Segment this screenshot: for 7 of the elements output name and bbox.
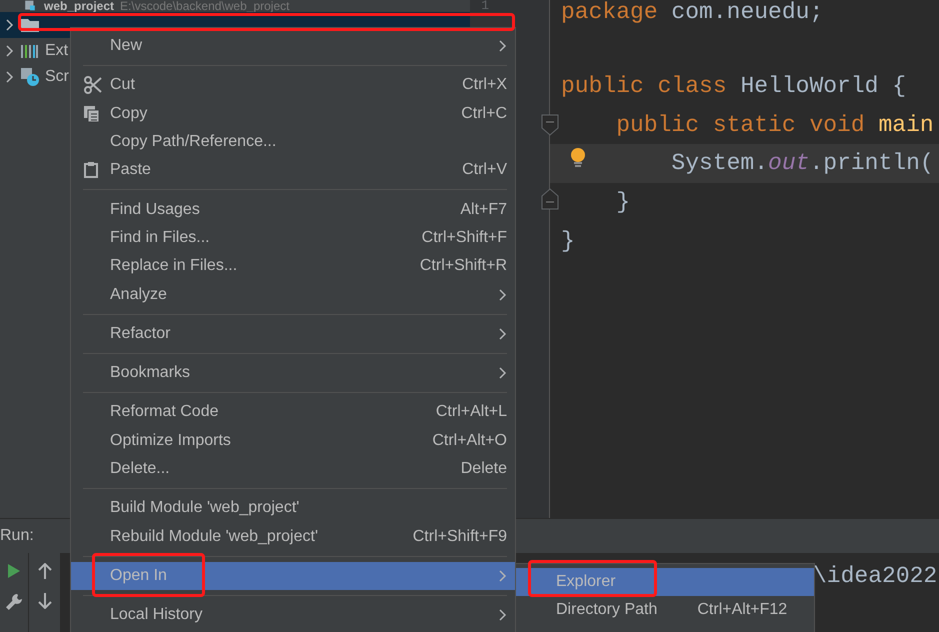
run-label: Run: [0,526,34,546]
console-text: \idea2022 [813,562,938,591]
code-line: } [615,188,632,217]
code-line: } [560,226,576,256]
code-line: public class HelloWorld { [560,72,908,102]
code-line: package com.neuedu; [560,0,824,27]
code-line: public static void main [615,110,935,140]
